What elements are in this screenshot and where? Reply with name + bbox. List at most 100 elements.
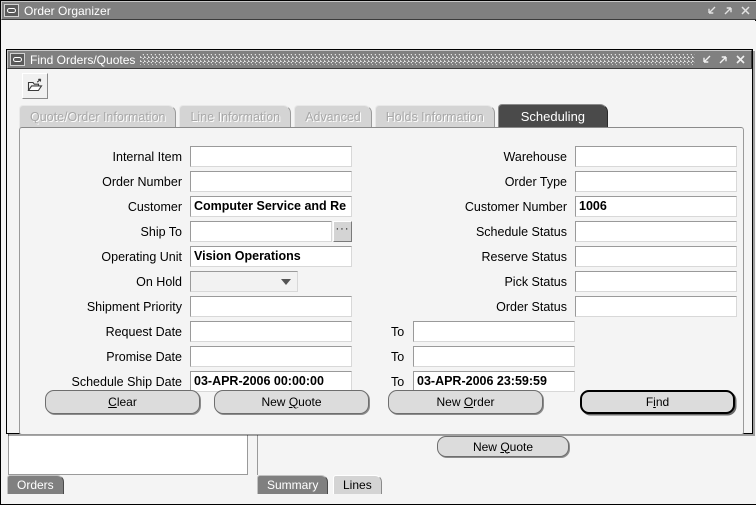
field-input-reserve-status[interactable] — [575, 246, 737, 267]
field-row-customer: Customer Computer Service and Re — [20, 196, 352, 217]
new-order-button[interactable]: New Order — [388, 390, 543, 414]
ship-to-lov-button[interactable]: ··· — [333, 221, 352, 242]
oracle-window-icon[interactable] — [4, 4, 19, 17]
minimize-icon[interactable] — [700, 53, 713, 66]
tab-scheduling[interactable]: Scheduling — [497, 104, 609, 128]
field-row-shipment-priority: Shipment Priority — [20, 296, 352, 317]
tab-advanced[interactable]: Advanced — [294, 105, 372, 128]
field-label-on-hold: On Hold — [136, 274, 182, 289]
field-row-schedule-status: Schedule Status — [405, 221, 737, 242]
new-quote-button-label: New Quote — [261, 395, 322, 409]
field-label-customer-number: Customer Number — [464, 199, 567, 214]
field-input-internal-item[interactable] — [190, 146, 352, 167]
field-row-reserve-status: Reserve Status — [405, 246, 737, 267]
tab-line-information-label: Line Information — [190, 110, 281, 124]
field-input-promise-date-to[interactable] — [413, 346, 575, 367]
field-label-schedule-status: Schedule Status — [475, 224, 567, 239]
summary-tabstrip: Summary Lines — [257, 474, 752, 494]
field-row-pick-status: Pick Status — [405, 271, 737, 292]
find-dialog-action-bar: Clear New Quote New Order Find — [7, 390, 752, 416]
organizer-window-controls — [705, 4, 754, 17]
field-input-schedule-ship-date[interactable]: 03-APR-2006 00:00:00 — [190, 371, 352, 392]
field-row-promise-date: Promise Date — [20, 346, 352, 367]
field-input-pick-status[interactable] — [575, 271, 737, 292]
field-row-warehouse: Warehouse — [405, 146, 737, 167]
field-row-order-type: Order Type — [405, 171, 737, 192]
clear-button[interactable]: Clear — [45, 390, 200, 414]
ship-to-lov-wrapper: ··· — [190, 221, 352, 242]
bottom-tab-summary[interactable]: Summary — [257, 475, 329, 494]
field-row-schedule-ship-date: Schedule Ship Date 03-APR-2006 00:00:00 — [20, 371, 352, 392]
tab-holds-information[interactable]: Holds Information — [374, 105, 495, 128]
find-button-label: Find — [645, 395, 670, 409]
order-organizer-window: Order Organizer Orders New Quote Summary… — [0, 0, 756, 505]
field-input-order-type[interactable] — [575, 171, 737, 192]
maximize-icon[interactable] — [717, 53, 730, 66]
clear-button-label: Clear — [108, 395, 137, 409]
ellipsis-icon: ··· — [335, 222, 350, 235]
field-input-order-number[interactable] — [190, 171, 352, 192]
field-input-warehouse[interactable] — [575, 146, 737, 167]
field-label-ship-to: Ship To — [140, 224, 182, 239]
find-orders-quotes-dialog: Find Orders/Quotes Quote/Order Informati… — [6, 49, 753, 435]
bottom-tab-lines-label: Lines — [343, 478, 372, 492]
tab-quote-order-information[interactable]: Quote/Order Information — [19, 105, 177, 128]
field-label-internal-item: Internal Item — [112, 149, 182, 164]
field-input-ship-to[interactable] — [190, 221, 332, 242]
bottom-tab-summary-label: Summary — [267, 478, 319, 492]
tab-line-information[interactable]: Line Information — [179, 105, 292, 128]
field-input-request-date[interactable] — [190, 321, 352, 342]
maximize-icon[interactable] — [722, 4, 735, 17]
field-input-schedule-status[interactable] — [575, 221, 737, 242]
organizer-titlebar[interactable]: Order Organizer — [1, 1, 756, 20]
organizer-title: Order Organizer — [24, 3, 111, 18]
to-label-request-date: To — [391, 325, 405, 339]
tab-quote-order-information-label: Quote/Order Information — [30, 110, 166, 124]
close-icon[interactable] — [739, 4, 752, 17]
scheduling-tab-panel: Internal Item Order Number Customer Comp… — [19, 127, 744, 435]
field-select-on-hold[interactable] — [190, 271, 298, 292]
oracle-window-icon[interactable] — [10, 53, 25, 66]
field-input-customer[interactable]: Computer Service and Re — [190, 196, 352, 217]
field-row-internal-item: Internal Item — [20, 146, 352, 167]
field-label-promise-date: Promise Date — [106, 349, 182, 364]
minimize-icon[interactable] — [705, 4, 718, 17]
background-new-quote-button[interactable]: New Quote — [437, 436, 569, 457]
bottom-tab-orders[interactable]: Orders — [7, 475, 64, 494]
field-label-customer: Customer — [127, 199, 182, 214]
field-input-operating-unit[interactable]: Vision Operations — [190, 246, 352, 267]
find-dialog-tabstrip: Quote/Order Information Line Information… — [19, 104, 744, 128]
field-label-operating-unit: Operating Unit — [101, 249, 182, 264]
tab-scheduling-label: Scheduling — [520, 109, 586, 124]
field-label-order-status: Order Status — [496, 299, 567, 314]
orders-results-list[interactable] — [8, 429, 248, 475]
find-dialog-toolbar — [7, 70, 752, 102]
close-icon[interactable] — [734, 53, 747, 66]
field-input-request-date-to[interactable] — [413, 321, 575, 342]
chevron-down-icon — [281, 278, 291, 285]
new-quote-button[interactable]: New Quote — [214, 390, 369, 414]
field-input-promise-date[interactable] — [190, 346, 352, 367]
field-label-warehouse: Warehouse — [503, 149, 567, 164]
field-input-schedule-ship-date-to[interactable]: 03-APR-2006 23:59:59 — [413, 371, 575, 392]
window-move-handle[interactable] — [140, 54, 695, 65]
bottom-tab-lines[interactable]: Lines — [333, 475, 382, 494]
field-row-customer-number: Customer Number 1006 — [405, 196, 737, 217]
field-input-shipment-priority[interactable] — [190, 296, 352, 317]
field-label-order-type: Order Type — [504, 174, 567, 189]
background-new-quote-label: New Quote — [472, 439, 534, 454]
open-folder-icon[interactable] — [22, 73, 48, 99]
field-label-pick-status: Pick Status — [504, 274, 567, 289]
field-input-customer-number[interactable]: 1006 — [575, 196, 737, 217]
field-label-schedule-ship-date: Schedule Ship Date — [71, 374, 183, 389]
field-label-reserve-status: Reserve Status — [481, 249, 567, 264]
summary-panel: New Quote — [257, 429, 751, 475]
field-row-operating-unit: Operating Unit Vision Operations — [20, 246, 352, 267]
field-row-order-status: Order Status — [405, 296, 737, 317]
field-input-order-status[interactable] — [575, 296, 737, 317]
field-row-on-hold: On Hold — [20, 271, 298, 292]
bottom-tab-orders-label: Orders — [17, 478, 54, 492]
field-row-ship-to: Ship To ··· — [20, 221, 352, 242]
find-dialog-titlebar[interactable]: Find Orders/Quotes — [7, 50, 752, 69]
find-button[interactable]: Find — [580, 390, 735, 414]
